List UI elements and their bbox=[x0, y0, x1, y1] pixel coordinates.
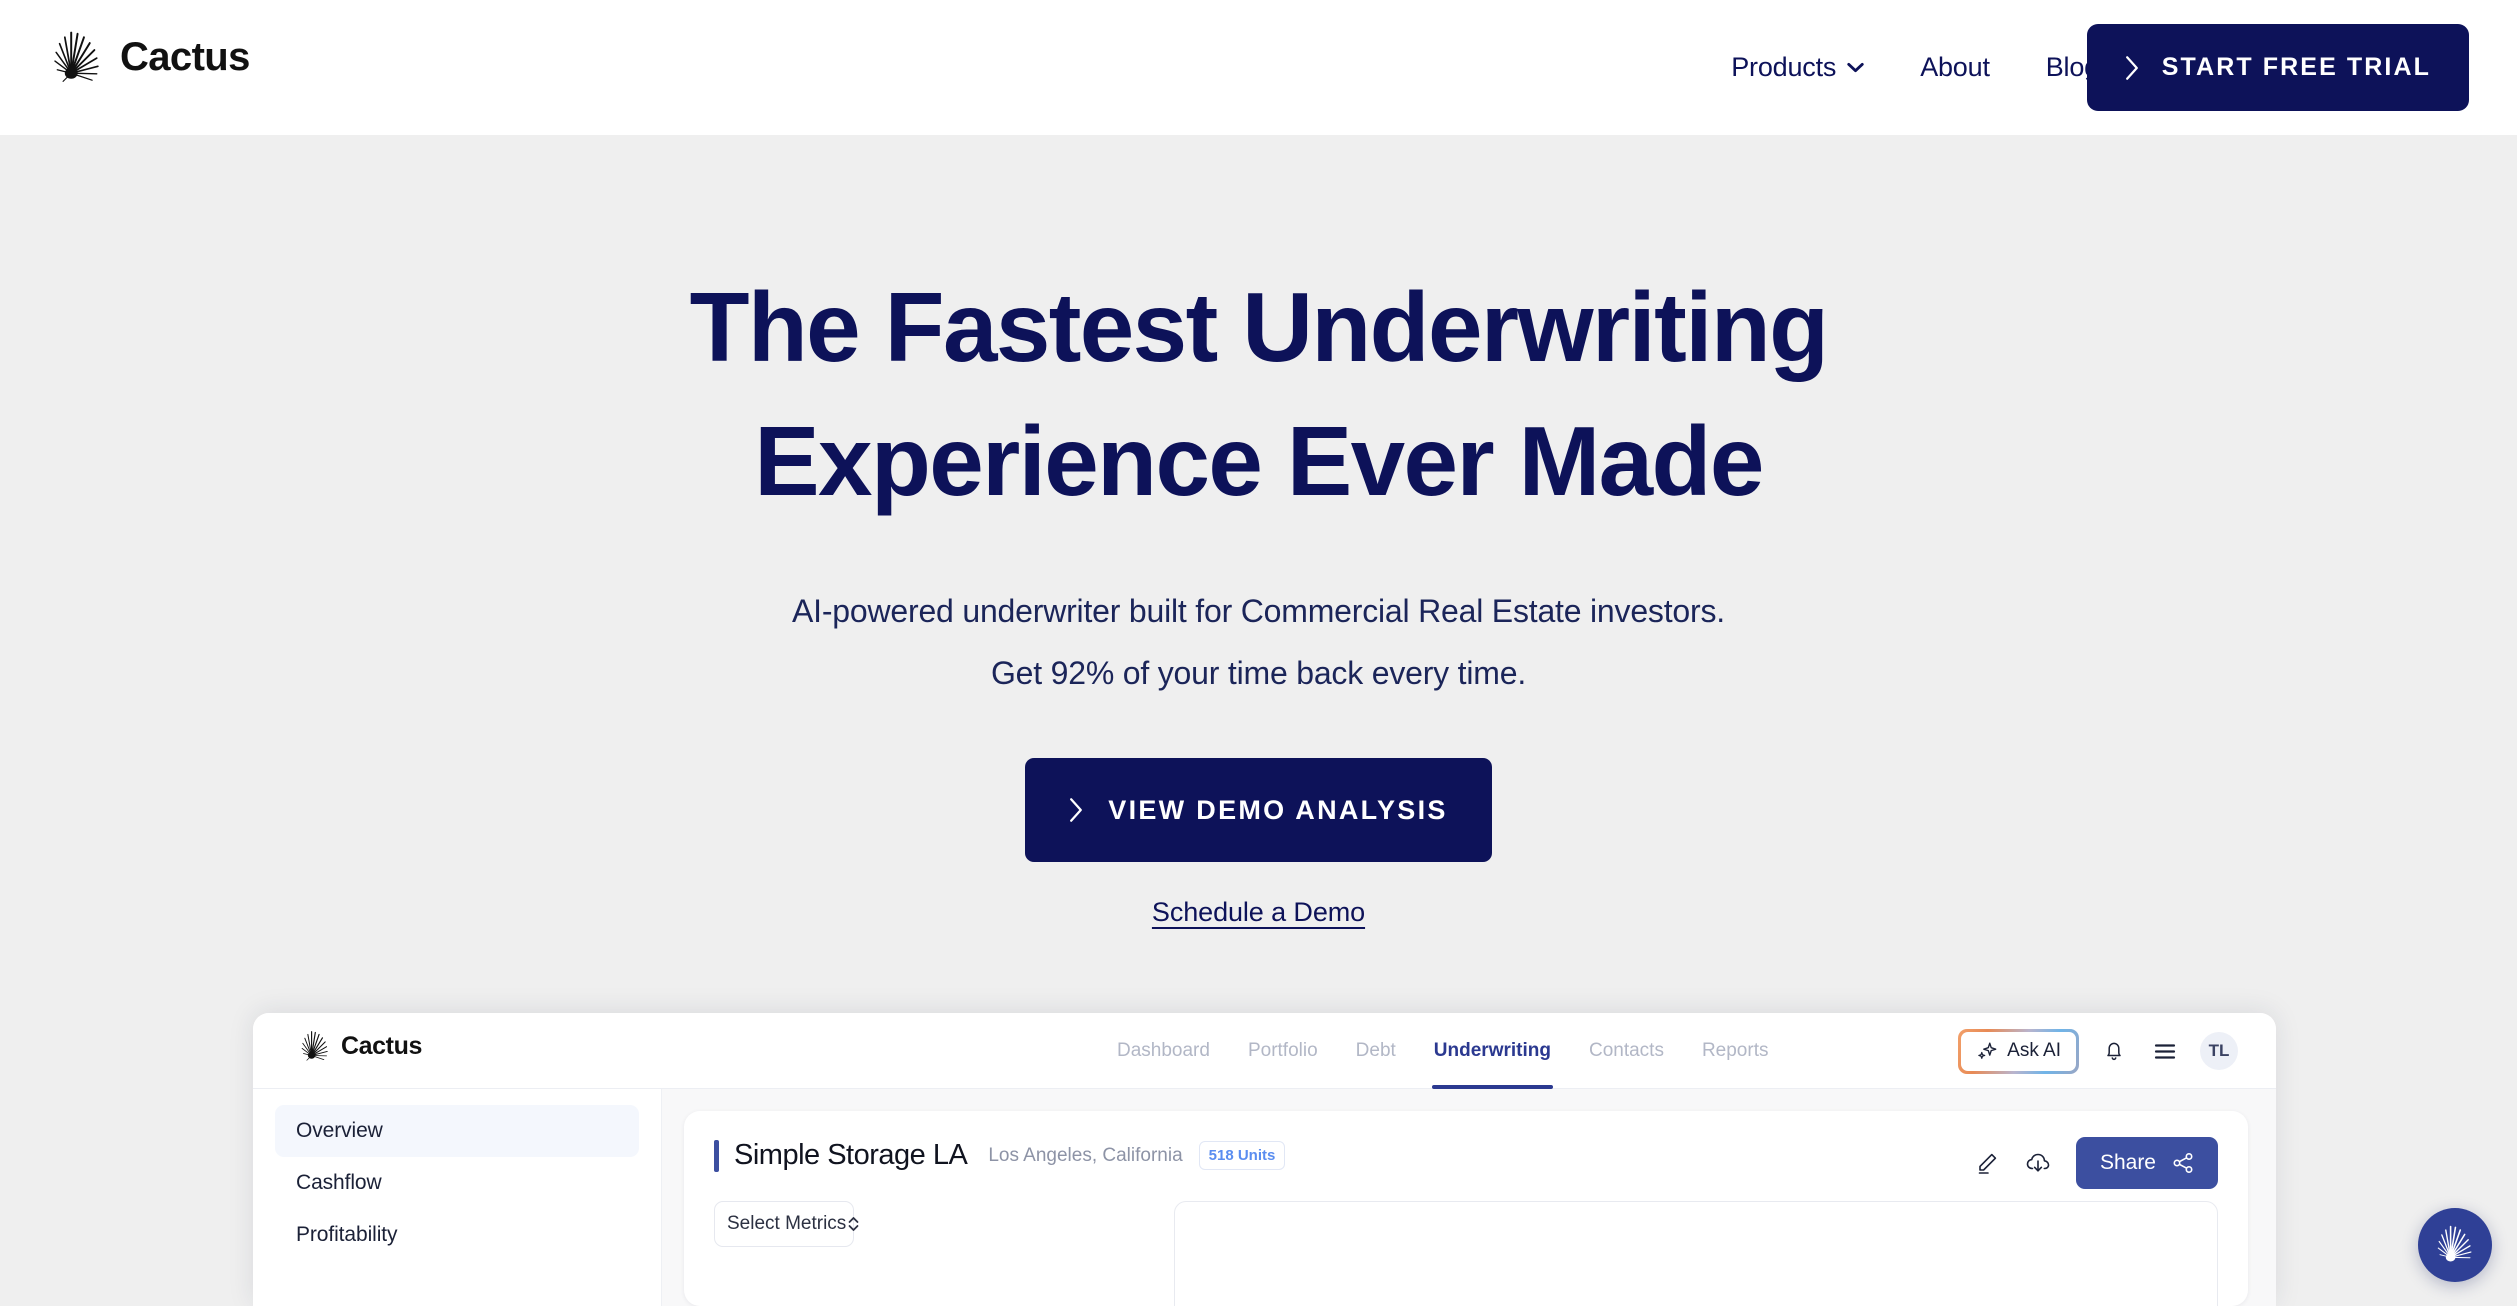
hamburger-icon bbox=[2154, 1043, 2176, 1059]
app-body: Overview Cashflow Profitability Simple S… bbox=[253, 1089, 2276, 1306]
brand-name: Cactus bbox=[120, 34, 250, 79]
cactus-sunburst-icon bbox=[2437, 1225, 2472, 1262]
pencil-icon[interactable] bbox=[1974, 1150, 2000, 1176]
tab-debt[interactable]: Debt bbox=[1337, 1013, 1415, 1089]
site-header: Cactus Products About Blog START FREE TR… bbox=[0, 0, 2517, 135]
share-button[interactable]: Share bbox=[2075, 1137, 2218, 1189]
app-navbar: Cactus Dashboard Portfolio Debt Underwri… bbox=[253, 1013, 2276, 1089]
ask-ai-label: Ask AI bbox=[2007, 1040, 2061, 1061]
view-demo-analysis-label: VIEW DEMO ANALYSIS bbox=[1108, 794, 1448, 825]
select-metrics-label: Select Metrics bbox=[727, 1213, 847, 1234]
tab-portfolio[interactable]: Portfolio bbox=[1229, 1013, 1337, 1089]
brand-logo[interactable]: Cactus bbox=[48, 28, 250, 86]
main-navigation: Products About Blog bbox=[1703, 0, 2127, 135]
property-card: Simple Storage LA Los Angeles, Californi… bbox=[684, 1111, 2248, 1306]
sidebar-item-overview[interactable]: Overview bbox=[275, 1105, 639, 1157]
app-sidebar: Overview Cashflow Profitability bbox=[253, 1089, 662, 1306]
up-down-chevron-icon bbox=[848, 1217, 859, 1231]
bell-icon bbox=[2107, 1042, 2121, 1061]
tab-underwriting[interactable]: Underwriting bbox=[1415, 1013, 1570, 1089]
tab-contacts[interactable]: Contacts bbox=[1570, 1013, 1683, 1089]
cloud-download-icon[interactable] bbox=[2024, 1151, 2052, 1175]
page-title: The Fastest Underwriting Experience Ever… bbox=[0, 260, 2517, 528]
landing-page: Cactus Products About Blog START FREE TR… bbox=[0, 0, 2517, 1306]
cactus-sunburst-icon bbox=[301, 1031, 328, 1061]
chevron-down-icon bbox=[1847, 62, 1864, 73]
metric-panel bbox=[1174, 1201, 2218, 1306]
chevron-right-icon bbox=[2125, 55, 2138, 80]
app-brand-name: Cactus bbox=[341, 1031, 422, 1060]
notifications-button[interactable] bbox=[2098, 1035, 2130, 1067]
start-free-trial-label: START FREE TRIAL bbox=[2161, 53, 2431, 81]
status-badge: 518 Units bbox=[1198, 1141, 1286, 1170]
start-free-trial-button[interactable]: START FREE TRIAL bbox=[2086, 24, 2469, 111]
property-card-actions: Share bbox=[1974, 1137, 2218, 1189]
metrics-row: Select Metrics bbox=[714, 1201, 2218, 1306]
property-name: Simple Storage LA bbox=[734, 1139, 968, 1171]
sidebar-item-cashflow[interactable]: Cashflow bbox=[275, 1157, 639, 1209]
hero-title-line-1: The Fastest Underwriting bbox=[689, 272, 1829, 382]
menu-button[interactable] bbox=[2149, 1035, 2181, 1067]
nav-item-about[interactable]: About bbox=[1892, 52, 2018, 83]
avatar[interactable]: TL bbox=[2200, 1032, 2238, 1070]
nav-item-products[interactable]: Products bbox=[1703, 52, 1892, 83]
hero-subtitle-line-2: Get 92% of your time back every time. bbox=[990, 655, 1527, 691]
app-preview: Cactus Dashboard Portfolio Debt Underwri… bbox=[253, 1013, 2276, 1306]
sparkle-icon bbox=[1978, 1042, 1997, 1059]
hero-section: The Fastest Underwriting Experience Ever… bbox=[0, 135, 2517, 928]
sidebar-item-profitability[interactable]: Profitability bbox=[275, 1209, 639, 1261]
app-navbar-actions: Ask AI TL bbox=[1958, 1013, 2238, 1089]
share-label: Share bbox=[2099, 1151, 2156, 1174]
app-tabs: Dashboard Portfolio Debt Underwriting Co… bbox=[1098, 1013, 1787, 1089]
chat-widget-button[interactable] bbox=[2418, 1208, 2492, 1282]
schedule-demo-link[interactable]: Schedule a Demo bbox=[1152, 897, 1365, 928]
app-brand-logo[interactable]: Cactus bbox=[298, 1029, 422, 1063]
app-main-content: Simple Storage LA Los Angeles, Californi… bbox=[662, 1089, 2276, 1306]
hero-subtitle: AI-powered underwriter built for Commerc… bbox=[0, 580, 2517, 704]
ask-ai-button[interactable]: Ask AI bbox=[1958, 1028, 2079, 1074]
hero-subtitle-line-1: AI-powered underwriter built for Commerc… bbox=[792, 593, 1725, 629]
nav-item-products-label: Products bbox=[1731, 52, 1837, 82]
tab-reports[interactable]: Reports bbox=[1683, 1013, 1788, 1089]
chevron-right-icon bbox=[1070, 798, 1083, 822]
property-location: Los Angeles, California bbox=[988, 1144, 1183, 1166]
view-demo-analysis-button[interactable]: VIEW DEMO ANALYSIS bbox=[1025, 758, 1492, 862]
cactus-sunburst-icon bbox=[54, 31, 99, 82]
select-metrics-dropdown[interactable]: Select Metrics bbox=[714, 1201, 859, 1247]
title-accent-bar bbox=[714, 1139, 719, 1172]
hero-actions: VIEW DEMO ANALYSIS Schedule a Demo bbox=[0, 758, 2517, 928]
share-nodes-icon bbox=[2173, 1152, 2193, 1174]
hero-title-line-2: Experience Ever Made bbox=[754, 406, 1764, 516]
tab-dashboard[interactable]: Dashboard bbox=[1098, 1013, 1229, 1089]
